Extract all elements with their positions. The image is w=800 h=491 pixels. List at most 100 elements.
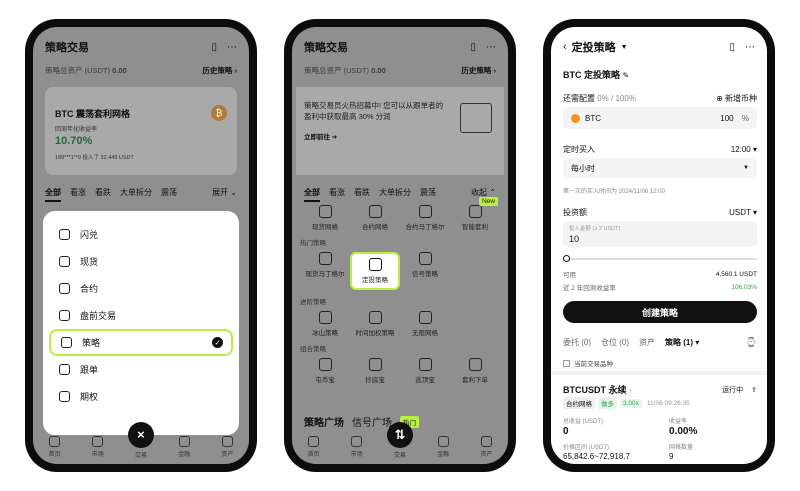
spot-icon (59, 256, 70, 267)
tab-bull[interactable]: 看涨 (70, 187, 86, 202)
new-badge: New (478, 197, 498, 206)
tab-split[interactable]: 大单拆分 (379, 187, 411, 202)
more-icon[interactable]: ⋯ (227, 42, 237, 53)
nav-assets[interactable]: 资产 (471, 436, 501, 458)
menu-item-contract[interactable]: 合约 (49, 275, 233, 302)
buy-time-select[interactable]: 12:00 ▾ (731, 145, 757, 154)
nav-trade[interactable]: ⇅ 交易 (385, 421, 415, 459)
yield-value: 0.00% (669, 426, 698, 437)
tab-split[interactable]: 大单拆分 (120, 187, 152, 202)
strategy-iceberg[interactable]: 冰山策略 (300, 311, 350, 337)
strategy-sell-top[interactable]: 逃顶宝 (400, 358, 450, 384)
tab-bear[interactable]: 看跌 (95, 187, 111, 202)
coin-percent[interactable]: 100 (720, 114, 733, 123)
edit-icon[interactable]: ✎ (623, 71, 630, 80)
strategy-hoard[interactable]: 屯币宝 (300, 358, 350, 384)
nav-market[interactable]: 市场 (342, 436, 372, 458)
nav-assets[interactable]: 资产 (212, 436, 242, 458)
top-bar: 策略交易 ▯ ⋯ (45, 39, 237, 55)
checkbox[interactable] (563, 359, 570, 367)
history-link[interactable]: 历史策略 › (202, 65, 237, 76)
market-icon (92, 436, 104, 447)
strategy-spot-grid[interactable]: 现货网格 (300, 205, 350, 231)
recruit-banner[interactable]: 策略交易员火热招募中! 您可以从跟单者的盈利中获取最高 30% 分润 立即前往 … (296, 87, 504, 175)
strategy-arb-order[interactable]: 套利下单 (450, 358, 500, 384)
tab-bear[interactable]: 看跌 (354, 187, 370, 202)
frequency-select[interactable]: 每小时 ▼ (563, 158, 757, 178)
spot-grid-icon (318, 205, 332, 218)
tab-all[interactable]: 全部 (45, 187, 61, 202)
strategy-spot-martingale[interactable]: 现货马丁格尔 (300, 252, 350, 290)
currency-select[interactable]: USDT ▾ (729, 208, 757, 217)
menu-item-strategy[interactable]: 策略 ✓ (49, 329, 233, 356)
strategy-twap[interactable]: 时间加权策略 (350, 311, 400, 337)
nav-home[interactable]: 首页 (299, 436, 329, 458)
expand-link[interactable]: 展开 ⌄ (212, 187, 237, 198)
section-combo: 组合策略 (300, 346, 326, 353)
tab-range[interactable]: 震荡 (161, 187, 177, 202)
tab-positions[interactable]: 仓位 (0) (601, 337, 629, 348)
menu-item-options[interactable]: 期权 (49, 383, 233, 410)
strategy-contract-martingale[interactable]: 合约马丁格尔 (400, 205, 450, 231)
strategy-contract-grid[interactable]: 合约网格 (350, 205, 400, 231)
amount-slider[interactable] (563, 254, 757, 264)
share-icon[interactable]: ⇪ (751, 386, 757, 394)
tab-bull[interactable]: 看涨 (329, 187, 345, 202)
martingale-icon (418, 205, 432, 218)
nav-home[interactable]: 首页 (40, 436, 70, 458)
add-coin-button[interactable]: ⊕ 新增币种 (716, 93, 757, 104)
nav-trade[interactable]: × 交易 (126, 421, 156, 459)
swap-icon[interactable]: ⇅ (386, 421, 413, 448)
market-icon (351, 436, 363, 447)
tab-all[interactable]: 全部 (304, 187, 320, 202)
slider-handle[interactable] (563, 255, 570, 262)
menu-item-copy[interactable]: 跟单 (49, 356, 233, 383)
coin-row[interactable]: BTC 100 % (563, 107, 757, 129)
nav-finance[interactable]: 金融 (428, 436, 458, 458)
invest-input[interactable]: 投入金额 (≥ 2 USDT) 10 (563, 221, 757, 247)
finance-icon (178, 436, 190, 447)
coin-name: BTC (585, 113, 601, 123)
buy-time-label: 定时买入 (563, 145, 595, 154)
plus-circle-icon: ⊕ (716, 94, 723, 103)
position-title[interactable]: BTCUSDT 永续 › (563, 383, 632, 396)
menu-item-spot[interactable]: 现货 (49, 248, 233, 275)
nav-finance[interactable]: 金融 (169, 436, 199, 458)
available-value: 4,560.1 USDT (715, 270, 757, 278)
nav-market[interactable]: 市场 (83, 436, 113, 458)
close-icon[interactable]: × (127, 421, 154, 448)
back-icon[interactable]: ‹ (563, 41, 567, 53)
promo-card[interactable]: BTC 震荡套利网格 回测年化收益率 10.70% 188***1**9 投入了… (45, 87, 237, 175)
tab-assets[interactable]: 资产 (639, 337, 655, 348)
bottom-nav: 首页 市场 × 交易 金融 资产 (33, 421, 249, 464)
tab-range[interactable]: 震荡 (420, 187, 436, 202)
yield-label: 收益率 (669, 419, 688, 425)
strategy-infinite-grid[interactable]: 无限网格 (400, 311, 450, 337)
strategy-signal[interactable]: 信号策略 (400, 252, 450, 290)
signal-plaza-tab[interactable]: 信号广场 (352, 414, 392, 429)
history-icon[interactable]: ⌚ (746, 337, 757, 348)
filter-current-pair[interactable]: 当前交易品种 (563, 358, 613, 368)
more-icon[interactable]: ⋯ (486, 42, 496, 53)
strategy-buy-dip[interactable]: 抄底宝 (350, 358, 400, 384)
book-icon[interactable]: ▯ (470, 42, 476, 53)
more-icon[interactable]: ⋯ (745, 42, 755, 53)
available-label: 可用 (563, 272, 576, 279)
tab-strategies[interactable]: 策略 (1) ▾ (665, 337, 699, 348)
alloc-value: 0% / 100% (597, 94, 636, 103)
create-strategy-button[interactable]: 创建策略 (563, 301, 757, 323)
asset-value: 0.00 (112, 66, 127, 75)
strategy-dca[interactable]: 定投策略 (350, 252, 400, 290)
tab-orders[interactable]: 委托 (0) (563, 337, 591, 348)
dropdown-icon[interactable]: ▼ (621, 44, 628, 51)
strategy-plaza-tab[interactable]: 策略广场 (304, 414, 344, 429)
menu-item-flash[interactable]: 闪兑 (49, 221, 233, 248)
arbitrage-icon (468, 205, 482, 218)
phone-2: 策略交易 ▯ ⋯ 策略总资产 (USDT) 0.00 历史策略 › 策略交易员火… (284, 19, 516, 472)
strategy-smart-arb[interactable]: 智能套利 New (450, 197, 500, 231)
book-icon[interactable]: ▯ (729, 42, 735, 53)
menu-item-premarket[interactable]: 盘前交易 (49, 302, 233, 329)
history-link[interactable]: 历史策略 › (461, 65, 496, 76)
price-range-label: 价格区间 (USDT) (563, 445, 609, 451)
book-icon[interactable]: ▯ (211, 42, 217, 53)
